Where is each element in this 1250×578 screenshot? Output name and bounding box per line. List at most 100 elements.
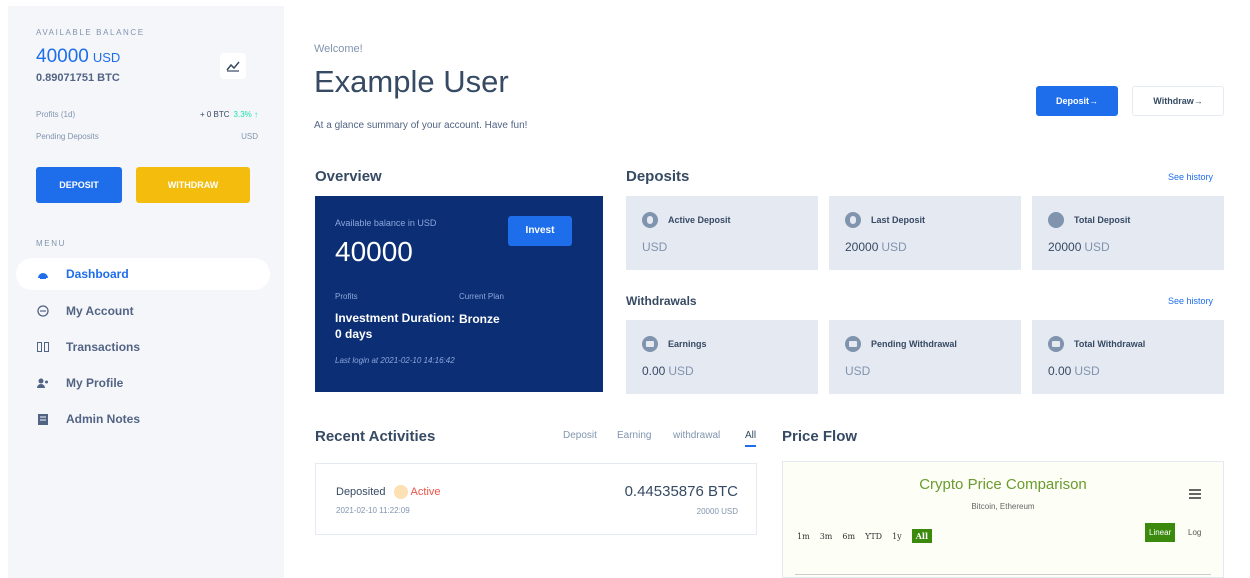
card-value: 0.00 USD — [1048, 364, 1100, 378]
chart-button[interactable] — [220, 53, 246, 79]
card-title: Last Deposit — [845, 212, 925, 228]
page-title: Example User — [314, 64, 509, 99]
card-unit: USD — [1074, 364, 1100, 378]
card-value: 0.00 USD — [642, 364, 694, 378]
sidebar-item-label: My Account — [66, 304, 134, 318]
sidebar-item-transactions[interactable]: Transactions — [16, 331, 270, 363]
arrow-up-icon: ↑ — [254, 110, 258, 119]
withdrawals-title: Withdrawals — [626, 294, 697, 308]
tab-all[interactable]: All — [745, 430, 757, 447]
range-3m[interactable]: 3m — [820, 532, 833, 541]
active-deposit-card: Active Deposit USD — [626, 196, 818, 270]
chart-title: Crypto Price Comparison — [919, 476, 1087, 493]
pending-value: USD — [241, 132, 258, 141]
total-withdrawal-card: Total Withdrawal 0.00 USD — [1032, 320, 1224, 394]
scale-log-button[interactable]: Log — [1188, 528, 1201, 537]
card-label: Earnings — [668, 339, 707, 349]
card-value: USD — [845, 364, 870, 378]
card-unit: USD — [668, 364, 694, 378]
header-deposit-button[interactable]: Deposit→ — [1036, 86, 1118, 116]
range-1y[interactable]: 1y — [892, 532, 902, 541]
sidebar-item-label: Admin Notes — [66, 412, 141, 426]
card-unit: USD — [1084, 240, 1110, 254]
earnings-icon — [642, 336, 658, 352]
card-title: Total Withdrawal — [1048, 336, 1145, 352]
card-title: Total Deposit — [1048, 212, 1130, 228]
card-value: 20000 USD — [1048, 240, 1110, 254]
earnings-card: Earnings 0.00 USD — [626, 320, 818, 394]
sidebar: AVAILABLE BALANCE 40000 USD 0.89071751 BT… — [8, 6, 284, 578]
hamburger-icon — [1189, 489, 1201, 499]
overview-amount: 40000 — [335, 236, 413, 267]
card-value: 20000 USD — [845, 240, 907, 254]
sidebar-item-dashboard[interactable]: Dashboard — [16, 258, 270, 290]
tab-earning[interactable]: Earning — [617, 430, 651, 441]
profits-change: 3.3% ↑ — [234, 110, 258, 119]
deposit-icon — [845, 212, 861, 228]
deposits-see-history-link[interactable]: See history — [1168, 172, 1213, 182]
withdrawal-icon — [1048, 336, 1064, 352]
balance-amount: 40000 USD — [36, 46, 120, 68]
balance-currency: USD — [92, 50, 121, 65]
range-6m[interactable]: 6m — [842, 532, 855, 541]
card-label: Pending Withdrawal — [871, 339, 957, 349]
range-1m[interactable]: 1m — [797, 532, 810, 541]
invest-button[interactable]: Invest — [508, 216, 572, 246]
price-flow-title: Price Flow — [782, 428, 858, 445]
sidebar-item-label: My Profile — [66, 376, 124, 390]
deposit-icon — [642, 212, 658, 228]
card-value: USD — [642, 240, 667, 254]
overview-last-login: Last login at 2021-02-10 14:16:42 — [335, 356, 455, 365]
card-amount: 20000 — [845, 240, 879, 254]
sidebar-withdraw-button[interactable]: WITHDRAW — [136, 167, 250, 203]
sidebar-deposit-button[interactable]: DEPOSIT — [36, 167, 122, 203]
card-title: Active Deposit — [642, 212, 731, 228]
overview-title: Overview — [315, 168, 382, 185]
range-all[interactable]: All — [911, 529, 932, 543]
balance-value: 40000 — [36, 46, 89, 67]
last-deposit-card: Last Deposit 20000 USD — [829, 196, 1021, 270]
pending-icon — [845, 336, 861, 352]
card-amount: 0.00 — [642, 364, 666, 378]
activity-usd: 20000 USD — [696, 507, 738, 516]
profits-label: Profits (1d) — [36, 110, 76, 119]
account-icon — [36, 304, 50, 318]
card-label: Total Deposit — [1074, 215, 1131, 225]
coin-icon — [1048, 212, 1064, 228]
tab-withdrawal[interactable]: withdrawal — [673, 430, 720, 441]
status-badge: Active — [393, 485, 441, 499]
sidebar-item-my-account[interactable]: My Account — [16, 295, 270, 327]
chart-line-icon — [226, 61, 240, 72]
pending-row: Pending Deposits USD — [36, 132, 258, 141]
activity-type: Deposited — [336, 486, 386, 498]
chart-menu-button[interactable] — [1189, 486, 1201, 504]
range-selector: 1m 3m 6m YTD 1y All — [797, 529, 942, 543]
withdrawals-see-history-link[interactable]: See history — [1168, 296, 1213, 306]
overview-card: Available balance in USD 40000 Invest Pr… — [315, 196, 603, 392]
card-amount: 0.00 — [1048, 364, 1072, 378]
app-root: AVAILABLE BALANCE 40000 USD 0.89071751 BT… — [0, 0, 1250, 578]
range-ytd[interactable]: YTD — [865, 532, 882, 541]
overview-profits-value: Investment Duration: 0 days — [335, 311, 456, 341]
balance-btc: 0.89071751 BTC — [36, 72, 120, 84]
tab-deposit[interactable]: Deposit — [563, 430, 597, 441]
profits-change-value: 3.3% — [233, 110, 252, 119]
header-withdraw-button[interactable]: Withdraw→ — [1132, 86, 1224, 116]
sidebar-item-my-profile[interactable]: My Profile — [16, 367, 270, 399]
activity-date: 2021-02-10 11:22:09 — [336, 506, 410, 515]
activity-title: Deposited Active — [336, 485, 441, 499]
sidebar-item-label: Dashboard — [66, 267, 129, 281]
overview-plan-label: Current Plan — [459, 292, 504, 301]
overview-available-label: Available balance in USD — [335, 218, 437, 228]
chart-subtitle: Bitcoin, Ethereum — [971, 502, 1035, 511]
sidebar-item-admin-notes[interactable]: Admin Notes — [16, 403, 270, 435]
card-amount: 20000 — [1048, 240, 1082, 254]
notes-icon — [36, 412, 50, 426]
status-icon — [393, 485, 408, 499]
activity-item[interactable]: Deposited Active 2021-02-10 11:22:09 0.4… — [315, 463, 757, 535]
overview-plan-value: Bronze — [459, 312, 500, 326]
total-deposit-card: Total Deposit 20000 USD — [1032, 196, 1224, 270]
scale-linear-button[interactable]: Linear — [1145, 523, 1176, 542]
profile-icon — [36, 376, 50, 390]
pending-withdrawal-card: Pending Withdrawal USD — [829, 320, 1021, 394]
